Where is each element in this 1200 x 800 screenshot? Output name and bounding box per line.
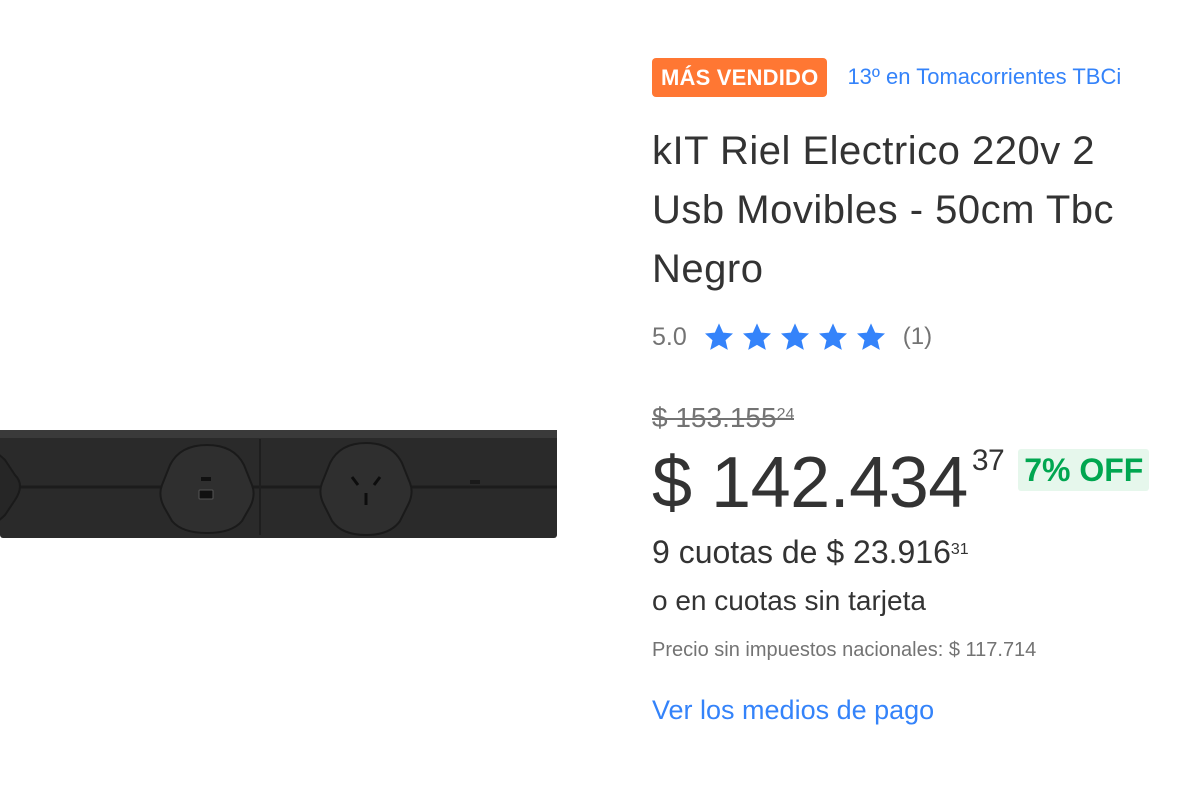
- category-rank-link[interactable]: 13º en Tomacorrientes TBCi: [847, 64, 1121, 90]
- product-title-line: kIT Riel Electrico 220v 2: [652, 129, 1096, 173]
- power-rail-image[interactable]: [0, 425, 560, 545]
- badge-row: MÁS VENDIDO 13º en Tomacorrientes TBCi: [652, 56, 1200, 98]
- product-title: kIT Riel Electrico 220v 2 Usb Movibles -…: [652, 122, 1200, 299]
- installments-cents: 31: [950, 541, 969, 558]
- current-price: $ 142.434 37: [652, 443, 1005, 523]
- product-image-gallery[interactable]: [0, 0, 600, 800]
- current-price-cents: 37: [971, 444, 1005, 477]
- discount-badge: 7% OFF: [1018, 449, 1150, 491]
- star-icon: [780, 323, 809, 350]
- rating-value: 5.0: [652, 322, 687, 351]
- payment-methods-link[interactable]: Ver los medios de pago: [652, 695, 934, 726]
- current-price-row: $ 142.434 37 7% OFF: [652, 443, 1200, 523]
- product-title-line: Usb Movibles - 50cm Tbc: [652, 188, 1115, 232]
- product-title-line: Negro: [652, 247, 764, 291]
- product-info-panel: MÁS VENDIDO 13º en Tomacorrientes TBCi k…: [652, 56, 1200, 726]
- installments-without-card: o en cuotas sin tarjeta: [652, 585, 926, 616]
- star-icon: [856, 323, 885, 350]
- installments-info: 9 cuotas de $ 23.91631: [652, 529, 1200, 575]
- installments-amount: 9 cuotas de $ 23.916: [652, 534, 951, 570]
- star-icon: [818, 323, 847, 350]
- current-price-amount: $ 142.434: [652, 443, 968, 523]
- rating-summary[interactable]: 5.0 (1): [652, 317, 1200, 357]
- old-price-wrapper: $ 153.15524: [652, 357, 1200, 435]
- original-price-cents: 24: [776, 406, 795, 423]
- original-price: $ 153.15524: [652, 401, 795, 435]
- review-count: (1): [902, 323, 933, 350]
- tax-free-price-note: Precio sin impuestos nacionales: $ 117.7…: [652, 639, 1037, 661]
- best-seller-badge: MÁS VENDIDO: [652, 57, 828, 97]
- original-price-amount: $ 153.155: [652, 402, 777, 433]
- star-icon: [704, 323, 733, 350]
- star-icon: [742, 323, 771, 350]
- product-page: MÁS VENDIDO 13º en Tomacorrientes TBCi k…: [0, 0, 1200, 800]
- rating-stars[interactable]: [703, 321, 887, 353]
